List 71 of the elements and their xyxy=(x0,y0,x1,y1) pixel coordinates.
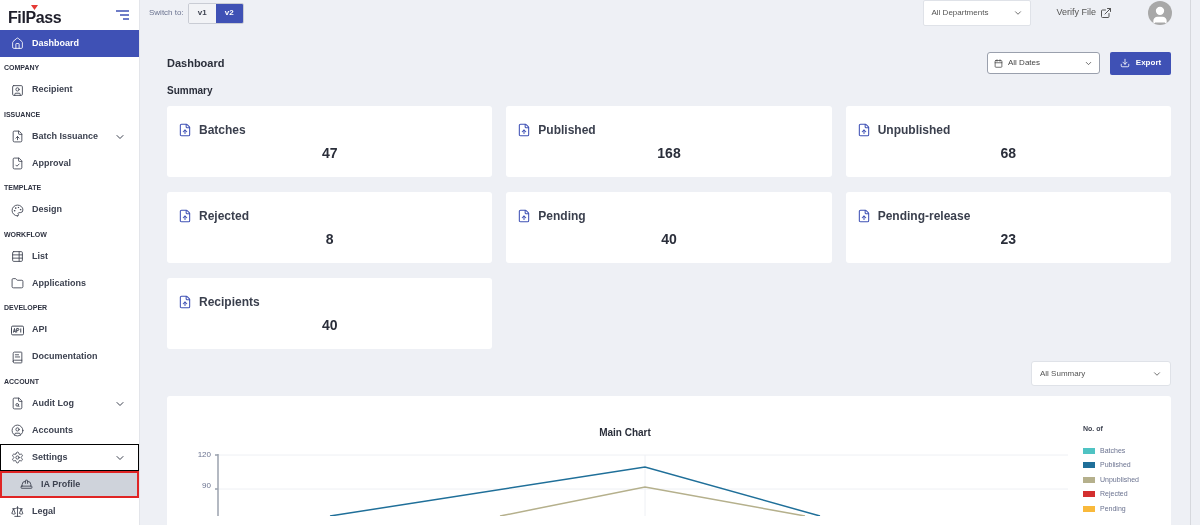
sidebar-item[interactable]: Audit Log xyxy=(0,390,139,417)
section-title: Summary xyxy=(167,84,214,98)
settings-icon xyxy=(11,451,24,464)
sidebar-item[interactable]: Approval xyxy=(0,150,139,177)
summary-dropdown[interactable]: All Summary xyxy=(1031,361,1171,386)
sidebar-item[interactable]: Documentation xyxy=(0,343,139,371)
palette-icon xyxy=(11,203,24,217)
sidebar-item[interactable]: List xyxy=(0,243,139,270)
hard-hat-icon xyxy=(20,478,33,491)
sidebar-item[interactable]: Batch Issuance xyxy=(0,123,139,150)
card-label: Recipients xyxy=(199,294,260,311)
person-card-icon xyxy=(11,83,24,97)
date-dropdown[interactable]: All Dates xyxy=(987,52,1100,74)
home-icon xyxy=(11,37,24,50)
scales-icon xyxy=(11,505,24,518)
api-icon xyxy=(11,323,24,337)
card-label: Rejected xyxy=(199,208,250,225)
book-icon xyxy=(11,350,24,364)
document-plus-icon xyxy=(11,130,24,143)
sidebar-subitem[interactable]: IA Profile xyxy=(0,471,139,498)
card-value: 8 xyxy=(325,230,334,249)
page-title: Dashboard xyxy=(167,55,225,71)
card-value: 40 xyxy=(661,230,677,249)
card-label: Unpublished xyxy=(877,122,951,139)
export-button[interactable]: Export xyxy=(1110,51,1171,75)
switch-label: Switch to: xyxy=(149,7,184,19)
card-value: 68 xyxy=(1000,144,1017,163)
menu-icon[interactable] xyxy=(116,10,129,20)
sidebar-item[interactable]: Dashboard xyxy=(0,30,139,57)
sidebar-item[interactable]: Design xyxy=(0,196,139,224)
logo-mark-icon xyxy=(31,4,38,10)
document-plus-icon xyxy=(178,123,192,137)
document-plus-icon xyxy=(178,295,192,309)
card-value: 168 xyxy=(657,144,681,163)
card-value: 47 xyxy=(321,144,338,163)
folder-icon xyxy=(11,277,24,290)
version-toggle[interactable]: v1 xyxy=(188,3,216,23)
chevron-icon xyxy=(1013,8,1024,18)
card-label: Pending-release xyxy=(877,208,971,225)
card-label: Pending xyxy=(538,208,586,225)
sidebar-item[interactable]: Accounts xyxy=(0,417,139,444)
document-plus-icon xyxy=(178,209,192,223)
card-value: 23 xyxy=(1000,230,1017,249)
axis-tick-label: 90 xyxy=(202,481,211,491)
download-icon xyxy=(1119,58,1130,68)
user-circle-icon xyxy=(11,424,24,437)
card-label: Published xyxy=(538,122,596,139)
department-dropdown[interactable]: All Departments xyxy=(923,0,1032,26)
card-label: Batches xyxy=(199,122,246,139)
calendar-icon xyxy=(994,58,1003,68)
sidebar-item[interactable]: Applications xyxy=(0,270,139,297)
user-icon xyxy=(1150,5,1170,25)
version-toggle[interactable]: v2 xyxy=(215,3,243,23)
sidebar-item[interactable]: Settings xyxy=(0,444,139,471)
document-plus-icon xyxy=(856,209,871,223)
document-plus-icon xyxy=(856,123,871,137)
table-icon xyxy=(11,250,24,263)
sidebar-item[interactable]: API xyxy=(0,316,139,344)
sidebar-item[interactable]: Recipient xyxy=(0,76,139,104)
document-plus-icon xyxy=(517,123,532,137)
sidebar-item[interactable]: Legal xyxy=(0,498,139,525)
logo: FilPass xyxy=(8,9,62,26)
card-value: 40 xyxy=(321,316,338,335)
axis-tick-label: 120 xyxy=(197,450,211,460)
avatar[interactable] xyxy=(1148,1,1172,25)
chart-title: Main Chart xyxy=(599,426,651,440)
external-link-icon xyxy=(1100,7,1112,19)
verify-file-link[interactable]: Verify File xyxy=(1056,6,1112,20)
document-search-icon xyxy=(11,397,24,410)
document-plus-icon xyxy=(517,209,532,223)
document-check-icon xyxy=(11,157,24,170)
